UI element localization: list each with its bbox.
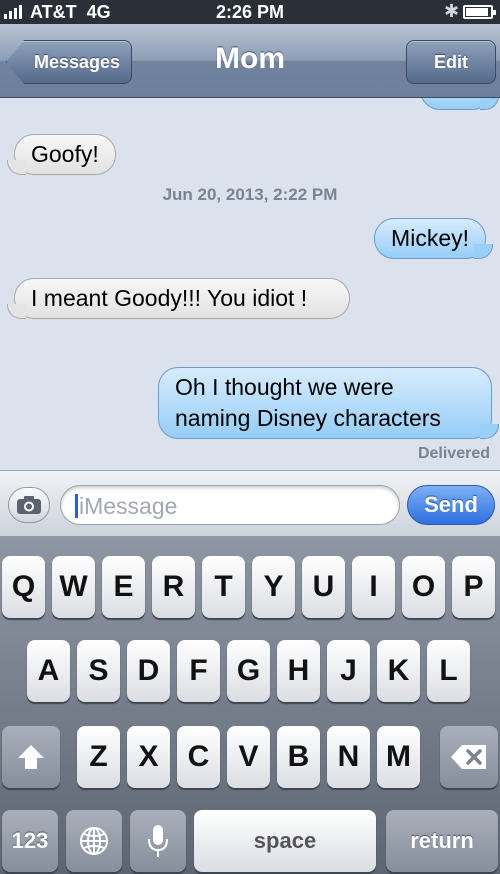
message-field-container bbox=[60, 485, 400, 525]
key-f[interactable]: F bbox=[177, 640, 220, 702]
key-h[interactable]: H bbox=[277, 640, 320, 702]
camera-button[interactable] bbox=[8, 487, 50, 523]
key-u[interactable]: U bbox=[302, 556, 345, 618]
message-bubble-incoming: I meant Goody!!! You idiot ! bbox=[7, 278, 350, 319]
key-d[interactable]: D bbox=[127, 640, 170, 702]
key-a[interactable]: A bbox=[27, 640, 70, 702]
send-button[interactable]: Send bbox=[407, 485, 495, 525]
key-e[interactable]: E bbox=[102, 556, 145, 618]
edit-button[interactable]: Edit bbox=[406, 40, 496, 84]
space-key[interactable]: space bbox=[194, 810, 376, 872]
keyboard: Q W E R T Y U I O P A S D F G H J K L Z … bbox=[0, 536, 500, 874]
camera-icon bbox=[17, 496, 41, 514]
message-bubble-outgoing: Mickey! bbox=[374, 218, 493, 259]
message-bubble-outgoing: No bbox=[420, 98, 499, 110]
key-s[interactable]: S bbox=[77, 640, 120, 702]
key-q[interactable]: Q bbox=[2, 556, 45, 618]
key-n[interactable]: N bbox=[327, 726, 370, 788]
status-time: 2:26 PM bbox=[215, 2, 285, 22]
key-i[interactable]: I bbox=[352, 556, 395, 618]
key-g[interactable]: G bbox=[227, 640, 270, 702]
shift-key[interactable] bbox=[2, 726, 60, 788]
key-v[interactable]: V bbox=[227, 726, 270, 788]
text-caret bbox=[75, 494, 78, 518]
microphone-icon bbox=[148, 825, 168, 857]
key-l[interactable]: L bbox=[427, 640, 470, 702]
key-j[interactable]: J bbox=[327, 640, 370, 702]
key-t[interactable]: T bbox=[202, 556, 245, 618]
key-z[interactable]: Z bbox=[77, 726, 120, 788]
key-m[interactable]: M bbox=[377, 726, 420, 788]
key-x[interactable]: X bbox=[127, 726, 170, 788]
key-r[interactable]: R bbox=[152, 556, 195, 618]
backspace-icon bbox=[451, 745, 486, 769]
shift-icon bbox=[18, 745, 44, 769]
battery-icon bbox=[463, 5, 496, 19]
return-key[interactable]: return bbox=[386, 810, 498, 872]
backspace-key[interactable] bbox=[440, 726, 498, 788]
globe-key[interactable] bbox=[66, 810, 122, 872]
navigation-bar: Messages Mom Edit bbox=[0, 24, 500, 98]
dictation-key[interactable] bbox=[130, 810, 186, 872]
bluetooth-icon: ✱ bbox=[444, 1, 460, 21]
key-p[interactable]: P bbox=[452, 556, 495, 618]
numbers-key[interactable]: 123 bbox=[2, 810, 58, 872]
key-o[interactable]: O bbox=[402, 556, 445, 618]
globe-icon bbox=[80, 827, 108, 855]
key-b[interactable]: B bbox=[277, 726, 320, 788]
message-input[interactable] bbox=[79, 491, 389, 521]
key-k[interactable]: K bbox=[377, 640, 420, 702]
message-timestamp: Jun 20, 2013, 2:22 PM bbox=[162, 185, 338, 204]
delivery-status: Delivered bbox=[417, 445, 490, 462]
status-bar: AT&T 4G 2:26 PM ✱ bbox=[0, 0, 500, 24]
key-w[interactable]: W bbox=[52, 556, 95, 618]
message-bubble-outgoing: Oh I thought we were naming Disney chara… bbox=[158, 367, 499, 439]
key-y[interactable]: Y bbox=[252, 556, 295, 618]
key-c[interactable]: C bbox=[177, 726, 220, 788]
message-bubble-incoming: Goofy! bbox=[7, 134, 116, 175]
message-input-bar: Send bbox=[0, 470, 500, 536]
conversation-view[interactable]: No Goofy! Jun 20, 2013, 2:22 PM Mickey! … bbox=[0, 98, 500, 470]
